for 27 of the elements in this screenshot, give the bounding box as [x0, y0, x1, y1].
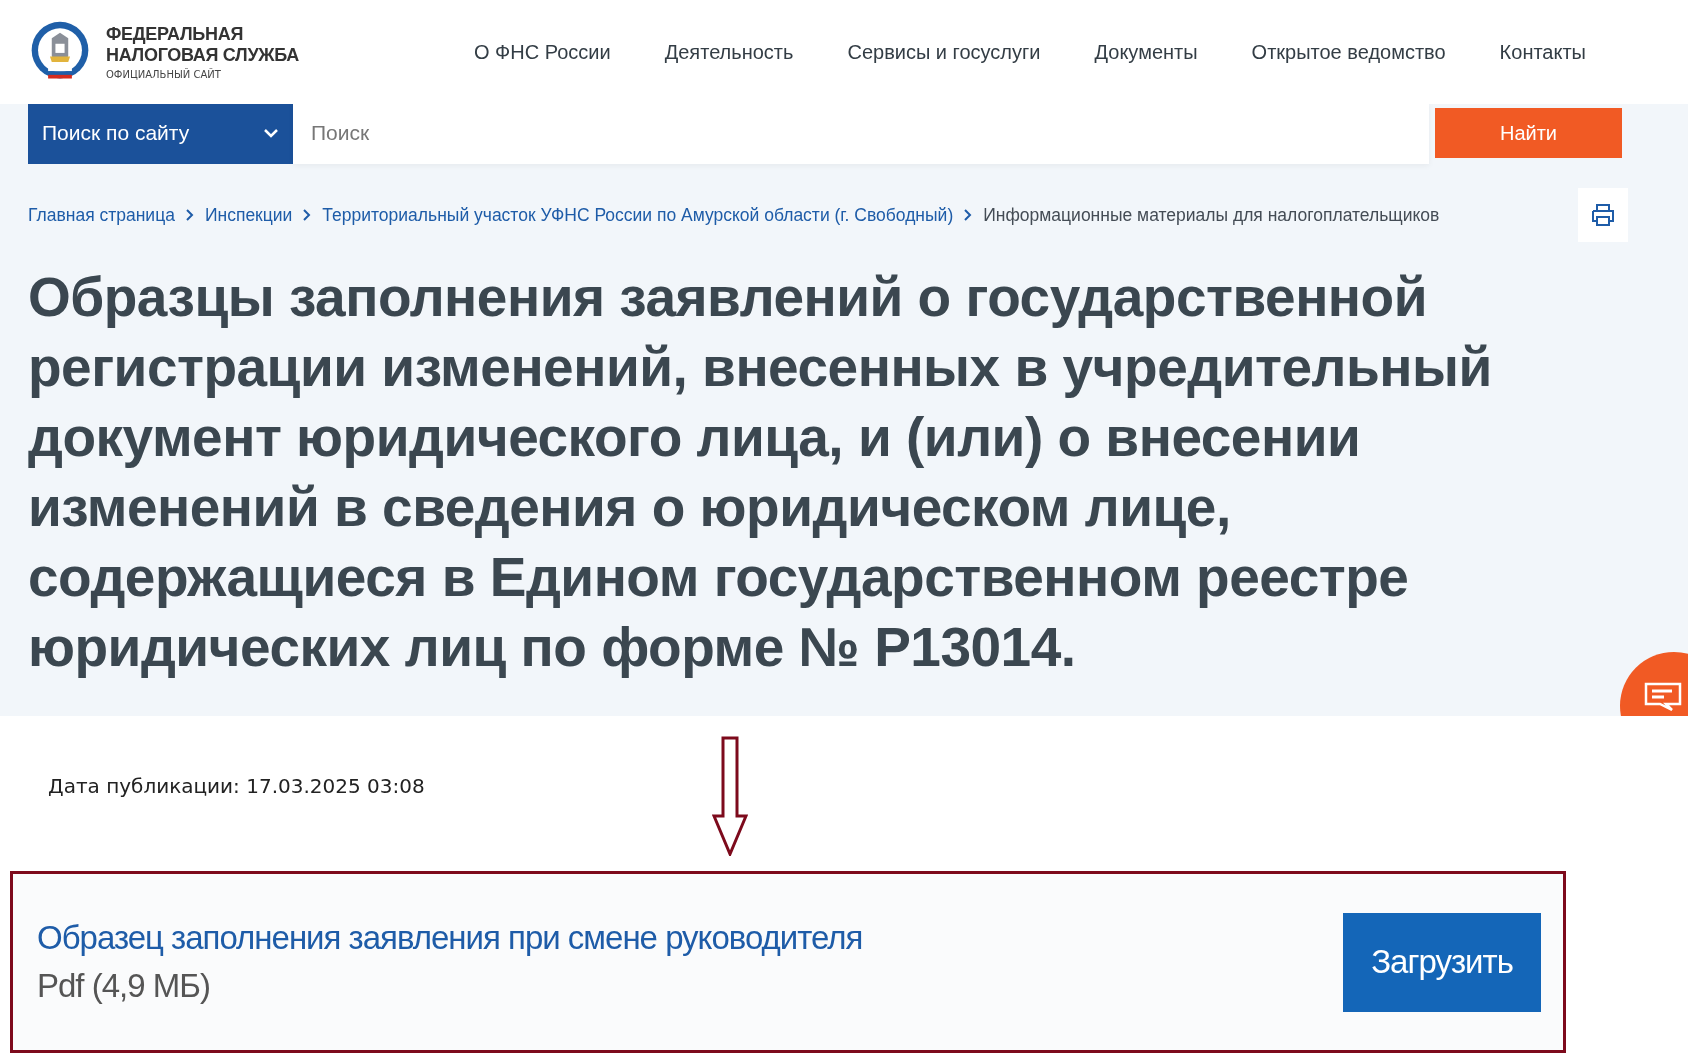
search-scope-dropdown[interactable]: Поиск по сайту	[28, 104, 293, 164]
breadcrumb-current-page: Информационные материалы для налогоплательщиков	[983, 204, 1440, 226]
breadcrumb-link[interactable]: Инспекции	[204, 204, 293, 226]
chevron-down-icon	[263, 128, 279, 138]
chat-bubble-icon	[1642, 680, 1682, 712]
nav-link[interactable]: О ФНС России	[474, 40, 611, 64]
chevron-right-icon	[184, 208, 195, 222]
nav-link[interactable]: Контакты	[1499, 40, 1586, 64]
printer-icon	[1590, 203, 1616, 227]
print-button[interactable]	[1578, 188, 1628, 242]
nav-link[interactable]: Сервисы и госуслуги	[847, 40, 1041, 64]
page-title: Образцы заполнения заявлений о государственной регистрации изменений, внесенных в учредительный документ юридического лица, и (или) о внесении изменений в сведения о юридическом лице, содержащиеся в Едином государственном реестре юридических лиц по форме № Р13014.	[28, 265, 1493, 680]
nav-link[interactable]: Документы	[1094, 40, 1198, 64]
file-size: Pdf (4,9 МБ)	[37, 967, 211, 1005]
logo-subtitle: ОФИЦИАЛЬНЫЙ САЙТ	[106, 69, 222, 80]
breadcrumb-link[interactable]: Территориальный участок УФНС России по Амурской области (г. Свободный)	[322, 204, 954, 226]
download-button[interactable]: Загрузить	[1343, 912, 1541, 1012]
chevron-right-icon	[302, 208, 313, 222]
nav-link[interactable]: Деятельность	[664, 40, 794, 64]
file-link[interactable]: Образец заполнения заявления при смене руководителя	[37, 919, 863, 957]
logo-title: ФЕДЕРАЛЬНАЯ	[106, 24, 245, 45]
publication-date: Дата публикации: 17.03.2025 03:08	[48, 774, 425, 798]
logo-title: НАЛОГОВАЯ СЛУЖБА	[106, 45, 299, 66]
chevron-right-icon	[963, 208, 974, 222]
nav-link[interactable]: Открытое ведомство	[1251, 40, 1446, 64]
search-field[interactable]: Поиск	[293, 104, 1429, 164]
breadcrumb-link[interactable]: Главная страница	[28, 204, 175, 226]
